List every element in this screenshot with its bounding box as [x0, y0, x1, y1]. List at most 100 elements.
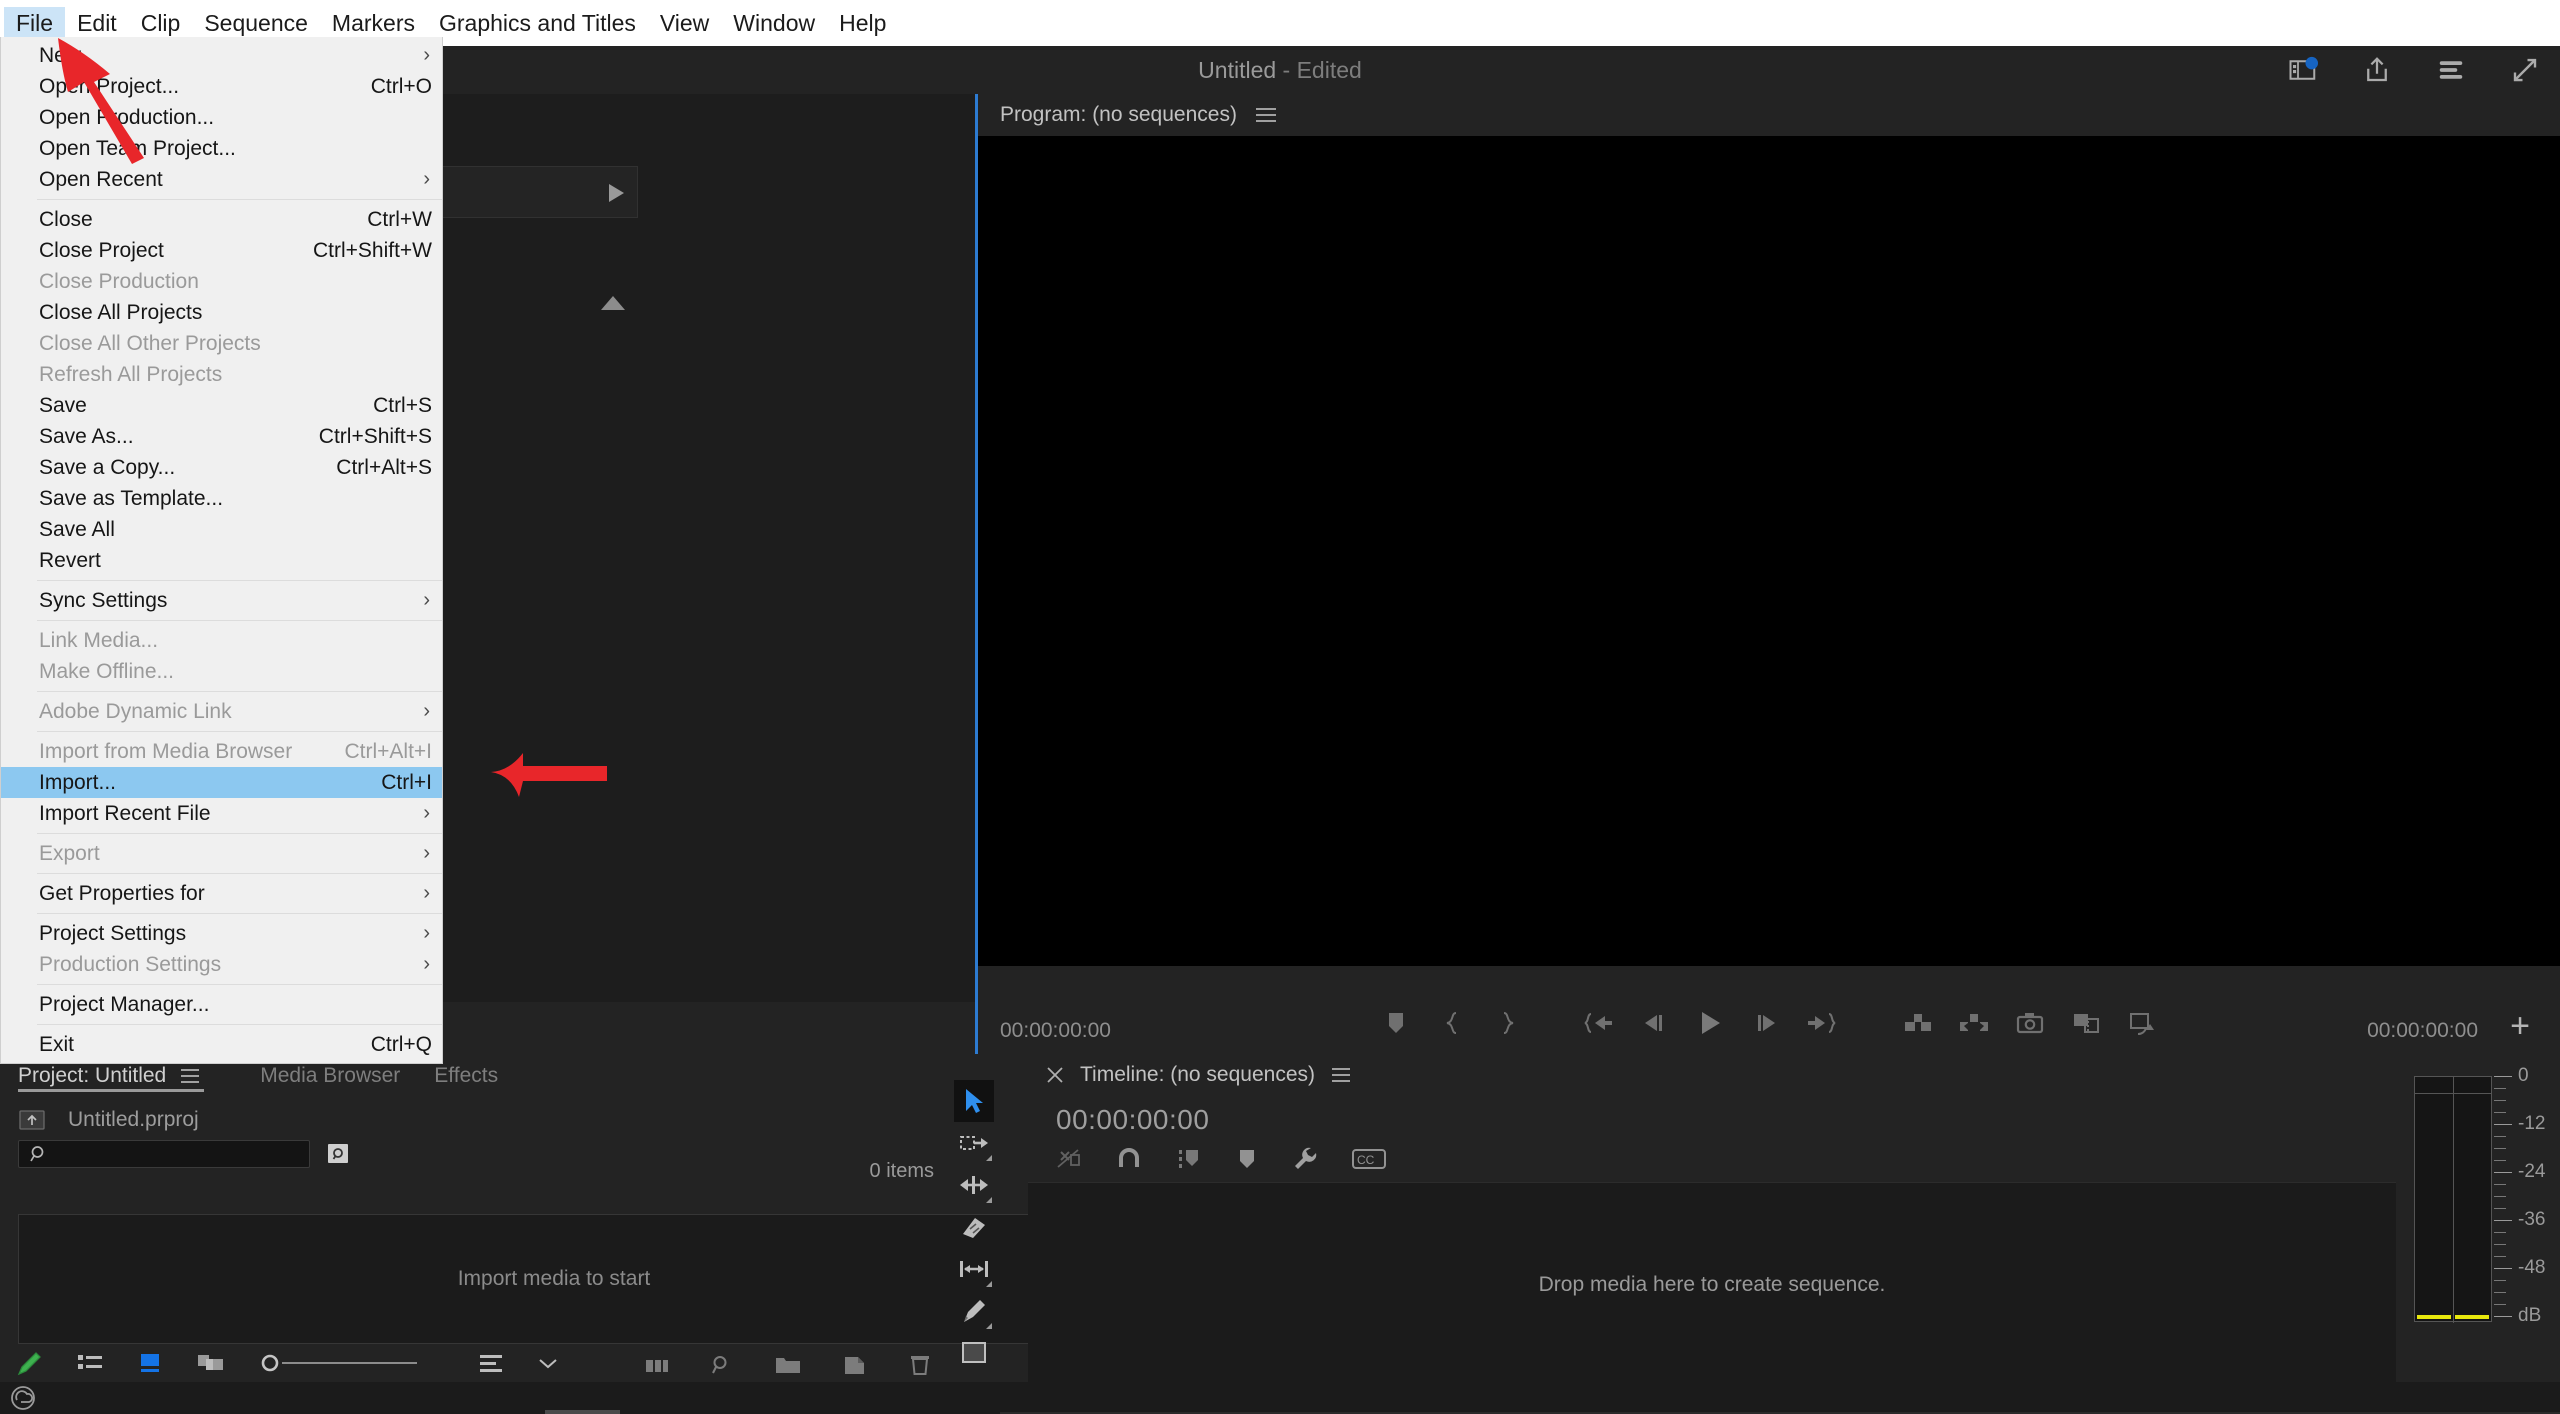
project-bin-area[interactable]: Import media to start: [18, 1214, 1090, 1344]
add-marker-icon[interactable]: [1176, 1147, 1202, 1171]
file-menu-dropdown[interactable]: New › Open Project... Ctrl+O Open Production…: [0, 37, 443, 1064]
parent-bin-icon[interactable]: [18, 1108, 48, 1132]
menu-separator: [37, 984, 442, 985]
menu-separator: [37, 620, 442, 621]
play-icon[interactable]: [1682, 1000, 1738, 1046]
button-editor-add[interactable]: +: [2510, 1009, 2530, 1043]
menu-item-close-all-other-projects: Close All Other Projects: [1, 328, 442, 359]
menu-item-close-all-projects[interactable]: Close All Projects: [1, 297, 442, 328]
zoom-slider[interactable]: [258, 1351, 417, 1375]
menu-item-save-all[interactable]: Save All: [1, 514, 442, 545]
menu-item-project-manager[interactable]: Project Manager...: [1, 989, 442, 1020]
menu-item-get-properties-for[interactable]: Get Properties for ›: [1, 878, 442, 909]
multicam-icon[interactable]: [2114, 1000, 2170, 1046]
audio-meter-display[interactable]: [2414, 1076, 2492, 1323]
import-workspace-icon[interactable]: [2288, 55, 2318, 85]
panel-menu-icon[interactable]: [180, 1068, 200, 1084]
search-input-field[interactable]: [49, 1143, 289, 1165]
menu-item-save-a-copy[interactable]: Save a Copy... Ctrl+Alt+S: [1, 452, 442, 483]
menu-item-save-as-template[interactable]: Save as Template...: [1, 483, 442, 514]
snap-icon[interactable]: [1116, 1147, 1142, 1171]
menu-item-shortcut: Ctrl+Alt+S: [336, 455, 432, 479]
comparison-view-icon[interactable]: [2058, 1000, 2114, 1046]
rectangle-tool[interactable]: [954, 1332, 994, 1374]
menu-help[interactable]: Help: [827, 7, 898, 39]
slip-tool[interactable]: [954, 1248, 994, 1290]
mark-in-icon[interactable]: [1424, 1000, 1480, 1046]
timeline-panel: Timeline: (no sequences) 00:00:00:00 CC …: [1028, 1054, 2396, 1391]
freeform-pencil-icon[interactable]: [16, 1349, 44, 1377]
menu-item-revert[interactable]: Revert: [1, 545, 442, 576]
menu-graphics-and-titles[interactable]: Graphics and Titles: [427, 7, 648, 39]
chevron-right-icon: ›: [423, 922, 430, 944]
tool-flyout-indicator[interactable]: [986, 1197, 992, 1203]
play-triangle-icon[interactable]: [605, 181, 627, 205]
menu-item-sync-settings[interactable]: Sync Settings ›: [1, 585, 442, 616]
extract-icon[interactable]: [1946, 1000, 2002, 1046]
new-item-icon[interactable]: [842, 1353, 868, 1377]
share-export-icon[interactable]: [2362, 55, 2392, 85]
project-search-row: [0, 1140, 948, 1168]
freeform-view-icon[interactable]: [196, 1350, 226, 1376]
add-marker-icon[interactable]: [1368, 1000, 1424, 1046]
new-folder-icon[interactable]: [774, 1353, 802, 1377]
menu-item-shortcut: Ctrl+S: [373, 393, 432, 417]
menu-item-import[interactable]: Import... Ctrl+I: [1, 767, 442, 798]
go-to-out-icon[interactable]: [1794, 1000, 1850, 1046]
export-frame-icon[interactable]: [2002, 1000, 2058, 1046]
timeline-timecode[interactable]: 00:00:00:00: [1056, 1104, 1209, 1136]
panel-menu-icon[interactable]: [1255, 106, 1277, 124]
project-file-row[interactable]: Untitled.prproj: [0, 1098, 948, 1140]
meter-label-12: -12: [2518, 1113, 2546, 1134]
menu-item-project-settings[interactable]: Project Settings ›: [1, 918, 442, 949]
sort-icon[interactable]: [477, 1351, 505, 1375]
menu-sequence[interactable]: Sequence: [192, 7, 320, 39]
tool-flyout-indicator[interactable]: [986, 1323, 992, 1329]
ripple-edit-tool[interactable]: [954, 1164, 994, 1206]
linked-selection-icon[interactable]: [1056, 1147, 1082, 1171]
razor-tool[interactable]: [954, 1206, 994, 1248]
menu-item-save[interactable]: Save Ctrl+S: [1, 390, 442, 421]
captions-cc-icon[interactable]: CC: [1352, 1148, 1386, 1170]
timeline-drop-area[interactable]: Drop media here to create sequence.: [1028, 1182, 2396, 1387]
quick-properties-icon[interactable]: [2436, 55, 2466, 85]
lift-icon[interactable]: [1890, 1000, 1946, 1046]
go-to-in-icon[interactable]: [1570, 1000, 1626, 1046]
menu-item-save-as[interactable]: Save As... Ctrl+Shift+S: [1, 421, 442, 452]
fullscreen-icon[interactable]: [2510, 55, 2540, 85]
tab-effects[interactable]: Effects: [434, 1054, 524, 1098]
marker-icon[interactable]: [1236, 1147, 1258, 1171]
search-input[interactable]: [18, 1140, 310, 1168]
menu-item-exit[interactable]: Exit Ctrl+Q: [1, 1029, 442, 1060]
list-view-icon[interactable]: [76, 1351, 104, 1375]
icon-view-icon[interactable]: [136, 1350, 164, 1376]
menu-item-import-recent-file[interactable]: Import Recent File ›: [1, 798, 442, 829]
collapse-up-arrow-icon[interactable]: [600, 294, 626, 312]
menu-view[interactable]: View: [648, 7, 721, 39]
mark-out-icon[interactable]: [1480, 1000, 1536, 1046]
menu-markers[interactable]: Markers: [320, 7, 427, 39]
selection-tool[interactable]: [954, 1080, 994, 1122]
settings-wrench-icon[interactable]: [1292, 1146, 1318, 1172]
program-monitor-canvas[interactable]: [978, 136, 2560, 966]
find-icon[interactable]: [324, 1141, 352, 1167]
menu-item-close[interactable]: Close Ctrl+W: [1, 204, 442, 235]
track-select-forward-tool[interactable]: [954, 1122, 994, 1164]
zoom-slider-handle[interactable]: [258, 1351, 282, 1375]
close-icon[interactable]: [1046, 1066, 1064, 1084]
step-forward-icon[interactable]: [1738, 1000, 1794, 1046]
step-back-icon[interactable]: [1626, 1000, 1682, 1046]
pen-tool[interactable]: [954, 1290, 994, 1332]
creative-cloud-icon[interactable]: [10, 1385, 36, 1411]
find-icon[interactable]: [710, 1353, 734, 1377]
chevron-down-icon[interactable]: [537, 1356, 559, 1370]
tool-flyout-indicator[interactable]: [986, 1281, 992, 1287]
new-bin-icon[interactable]: [644, 1354, 670, 1376]
delete-icon[interactable]: [908, 1353, 932, 1377]
menu-item-label: Close All Other Projects: [39, 331, 261, 355]
tool-flyout-indicator[interactable]: [986, 1155, 992, 1161]
zoom-slider-track[interactable]: [282, 1362, 417, 1364]
menu-item-close-project[interactable]: Close Project Ctrl+Shift+W: [1, 235, 442, 266]
panel-menu-icon[interactable]: [1331, 1067, 1351, 1083]
menu-window[interactable]: Window: [721, 7, 827, 39]
